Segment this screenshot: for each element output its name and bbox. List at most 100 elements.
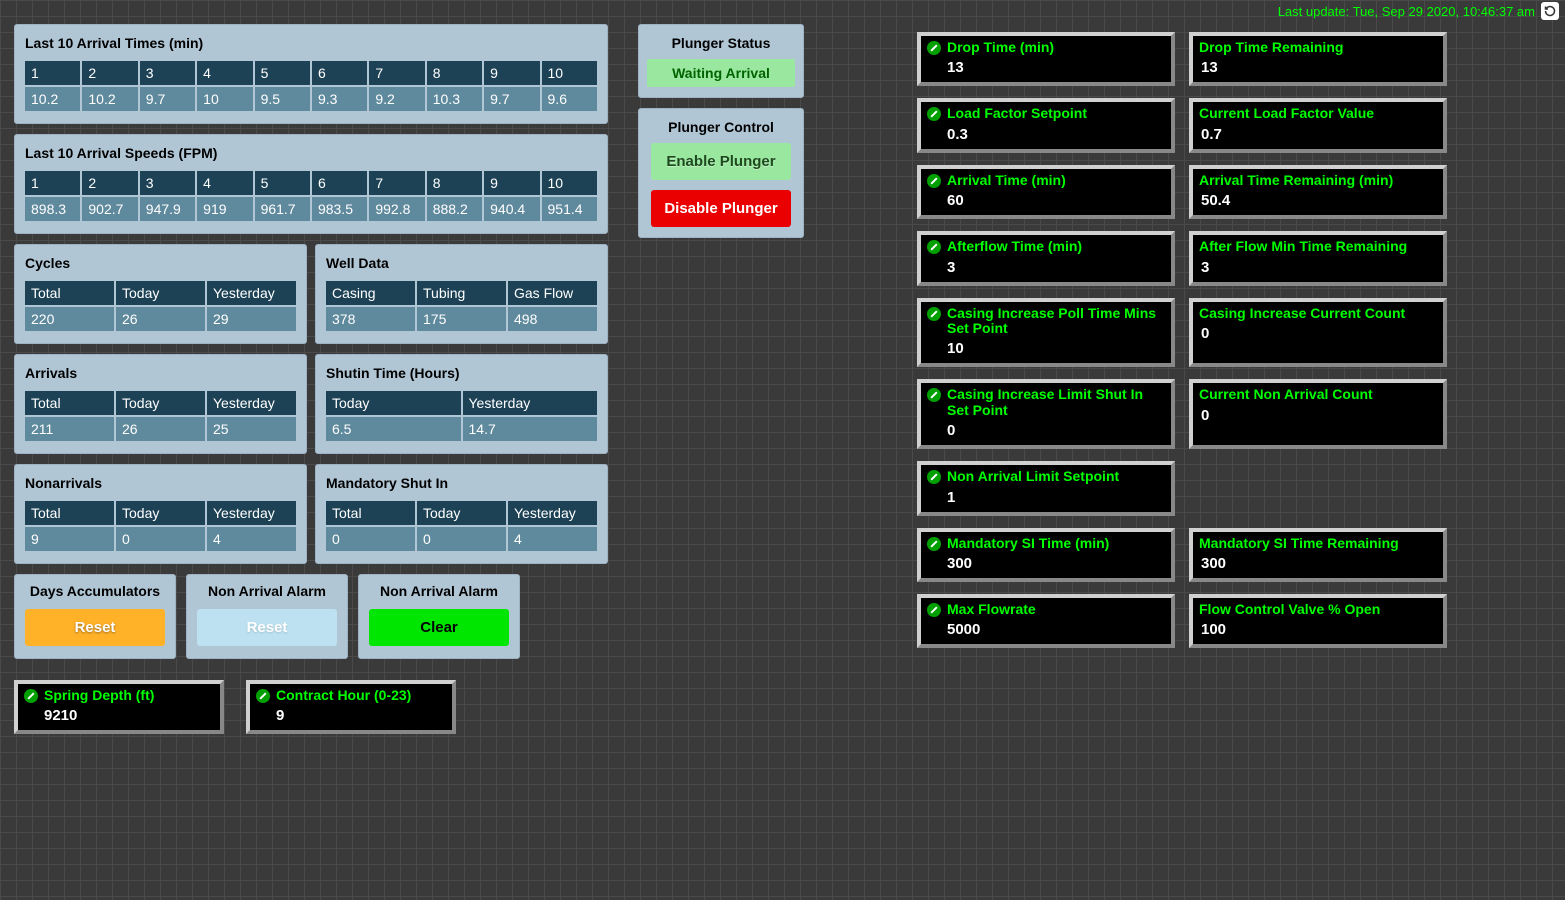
param-cell[interactable]: Afterflow Time (min)3	[917, 231, 1175, 285]
param-label-text: Drop Time Remaining	[1199, 40, 1343, 55]
param-label-text: Contract Hour (0-23)	[276, 688, 411, 703]
panel-title: Last 10 Arrival Speeds (FPM)	[23, 141, 599, 169]
table-cell: 10.2	[25, 87, 80, 111]
param-value: 5000	[927, 621, 1165, 638]
param-cell[interactable]: Casing Increase Poll Time Mins Set Point…	[917, 298, 1175, 368]
table-cell: 9	[25, 527, 114, 551]
table-header: Today	[116, 281, 205, 305]
table-header: Today	[116, 391, 205, 415]
param-cell[interactable]: Drop Time (min) 13	[917, 32, 1175, 86]
param-cell[interactable]: Non Arrival Limit Setpoint1	[917, 461, 1175, 515]
table-cell: 9.5	[255, 87, 310, 111]
table-cell: 4	[508, 527, 597, 551]
param-cell[interactable]: Arrival Time (min)60	[917, 165, 1175, 219]
param-cell: Drop Time Remaining13	[1189, 32, 1447, 86]
arrival-speeds-panel: Last 10 Arrival Speeds (FPM) 12345678910…	[14, 134, 608, 234]
param-value: 0	[1199, 407, 1437, 424]
non-arrival-alarm-clear-panel: Non Arrival Alarm Clear	[358, 574, 520, 659]
plunger-control-panel: Plunger Control Enable Plunger Disable P…	[638, 108, 804, 238]
edit-icon	[927, 174, 941, 188]
table-cell: 888.2	[427, 197, 482, 221]
table-header: Casing	[326, 281, 415, 305]
table-header: 6	[312, 171, 367, 195]
table-header: 2	[82, 61, 137, 85]
arrival-times-table: 12345678910 10.210.29.7109.59.39.210.39.…	[23, 59, 599, 113]
param-label: After Flow Min Time Remaining	[1199, 239, 1437, 254]
enable-plunger-button[interactable]: Enable Plunger	[651, 143, 791, 180]
param-cell: After Flow Min Time Remaining 3	[1189, 231, 1447, 285]
param-cell[interactable]: Spring Depth (ft)9210	[14, 680, 224, 734]
plunger-status-value: Waiting Arrival	[647, 59, 795, 87]
panel-title: Non Arrival Alarm	[197, 583, 337, 609]
last-update-text: Last update: Tue, Sep 29 2020, 10:46:37 …	[1278, 4, 1535, 19]
table-header: Yesterday	[207, 501, 296, 525]
param-value: 3	[1199, 259, 1437, 276]
param-label-text: Spring Depth (ft)	[44, 688, 154, 703]
table-header: 7	[369, 171, 424, 195]
param-label: Casing Increase Poll Time Mins Set Point	[927, 306, 1165, 337]
param-label: Casing Increase Current Count	[1199, 306, 1437, 321]
param-cell: Current Non Arrival Count0	[1189, 379, 1447, 449]
table-header: 2	[82, 171, 137, 195]
table-header: Tubing	[417, 281, 506, 305]
table-header: Yesterday	[463, 391, 598, 415]
panel-title: Cycles	[23, 251, 298, 279]
well-data-panel: Well Data CasingTubingGas Flow378175498	[315, 244, 608, 344]
param-cell: Mandatory SI Time Remaining300	[1189, 528, 1447, 582]
edit-icon	[927, 470, 941, 484]
days-accumulators-reset-button[interactable]: Reset	[25, 609, 165, 646]
param-label: Mandatory SI Time Remaining	[1199, 536, 1437, 551]
table-cell: 9.7	[484, 87, 539, 111]
param-label: Mandatory SI Time (min)	[927, 536, 1165, 551]
param-label: Afterflow Time (min)	[927, 239, 1165, 254]
table-header: Total	[25, 281, 114, 305]
table-cell: 902.7	[82, 197, 137, 221]
param-value: 0.7	[1199, 126, 1437, 143]
table-cell: 498	[508, 307, 597, 331]
panel-title: Non Arrival Alarm	[369, 583, 509, 609]
cycles-table: TotalTodayYesterday2202629	[23, 279, 298, 333]
refresh-button[interactable]	[1541, 2, 1559, 20]
table-cell: 10	[197, 87, 252, 111]
disable-plunger-button[interactable]: Disable Plunger	[651, 190, 791, 227]
param-cell[interactable]: Max Flowrate 5000	[917, 594, 1175, 648]
param-label-text: Max Flowrate	[947, 602, 1036, 617]
param-value: 0	[927, 422, 1165, 439]
param-cell[interactable]: Contract Hour (0-23)9	[246, 680, 456, 734]
param-cell[interactable]: Casing Increase Limit Shut In Set Point0	[917, 379, 1175, 449]
param-value: 13	[927, 59, 1165, 76]
table-cell: 0	[326, 527, 415, 551]
panel-title: Plunger Control	[647, 115, 795, 143]
panel-title: Well Data	[324, 251, 599, 279]
panel-title: Mandatory Shut In	[324, 471, 599, 499]
param-cell[interactable]: Load Factor Setpoint0.3	[917, 98, 1175, 152]
table-cell: 919	[197, 197, 252, 221]
cycles-panel: Cycles TotalTodayYesterday2202629	[14, 244, 307, 344]
table-cell: 29	[207, 307, 296, 331]
param-cell: Casing Increase Current Count0	[1189, 298, 1447, 368]
table-cell: 898.3	[25, 197, 80, 221]
actions-row: Days Accumulators Reset Non Arrival Alar…	[14, 574, 608, 659]
table-cell: 6.5	[326, 417, 461, 441]
table-header: 3	[140, 61, 195, 85]
param-label-text: Mandatory SI Time (min)	[947, 536, 1109, 551]
param-label: Current Load Factor Value	[1199, 106, 1437, 121]
table-header: 10	[542, 61, 597, 85]
non-arrival-alarm-clear-button[interactable]: Clear	[369, 609, 509, 646]
non-arrival-alarm-reset-button[interactable]: Reset	[197, 609, 337, 646]
table-cell: 9.6	[542, 87, 597, 111]
plunger-status-panel: Plunger Status Waiting Arrival	[638, 24, 804, 98]
non-arrival-alarm-reset-panel: Non Arrival Alarm Reset	[186, 574, 348, 659]
param-label: Drop Time (min)	[927, 40, 1165, 55]
table-header: 10	[542, 171, 597, 195]
param-label: Arrival Time (min)	[927, 173, 1165, 188]
table-cell: 25	[207, 417, 296, 441]
table-cell: 14.7	[463, 417, 598, 441]
nonarrivals-panel: Nonarrivals TotalTodayYesterday904	[14, 464, 307, 564]
param-cell: Current Load Factor Value 0.7	[1189, 98, 1447, 152]
left-column: Last 10 Arrival Times (min) 12345678910 …	[14, 24, 608, 659]
param-cell[interactable]: Mandatory SI Time (min)300	[917, 528, 1175, 582]
table-cell: 9.7	[140, 87, 195, 111]
mandatory-si-table: TotalTodayYesterday004	[324, 499, 599, 553]
param-label: Flow Control Valve % Open	[1199, 602, 1437, 617]
